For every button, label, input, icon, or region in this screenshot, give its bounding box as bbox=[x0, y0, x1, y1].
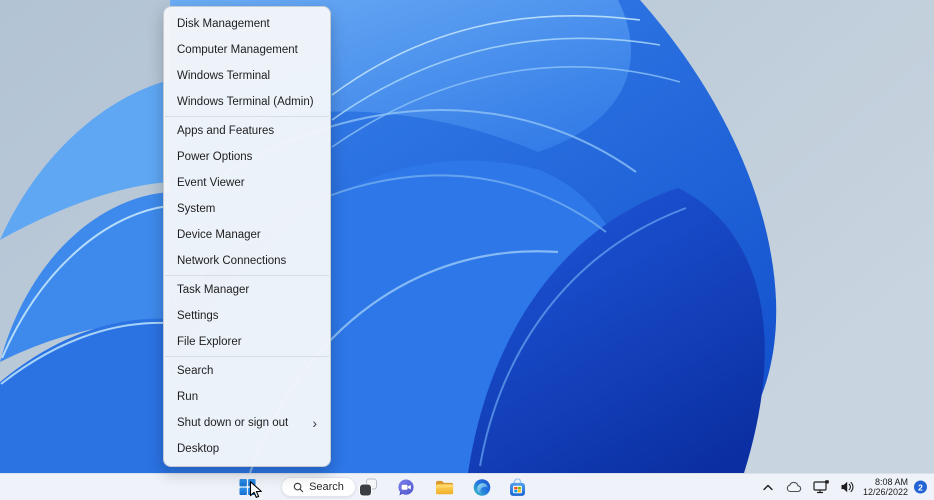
menu-item-label: Shut down or sign out bbox=[177, 417, 289, 429]
menu-item-run[interactable]: Run bbox=[164, 384, 330, 410]
task-view-button[interactable] bbox=[356, 474, 380, 500]
winx-context-menu: Disk Management Computer Management Wind… bbox=[163, 6, 331, 467]
menu-item-computer-management[interactable]: Computer Management bbox=[164, 37, 330, 63]
menu-item-desktop[interactable]: Desktop bbox=[164, 436, 330, 462]
onedrive-cloud-icon bbox=[786, 481, 802, 493]
menu-item-file-explorer[interactable]: File Explorer bbox=[164, 329, 330, 355]
microsoft-store-icon bbox=[509, 478, 525, 496]
menu-item-event-viewer[interactable]: Event Viewer bbox=[164, 170, 330, 196]
chat-icon bbox=[398, 479, 414, 495]
search-label: Search bbox=[309, 481, 344, 493]
notification-badge[interactable]: 2 bbox=[914, 480, 927, 494]
microsoft-store-button[interactable] bbox=[505, 474, 529, 500]
windows-logo-icon bbox=[239, 479, 255, 495]
menu-item-power-options[interactable]: Power Options bbox=[164, 144, 330, 170]
menu-separator bbox=[165, 116, 329, 117]
menu-item-search[interactable]: Search bbox=[164, 358, 330, 384]
volume-tray-button[interactable] bbox=[835, 474, 859, 500]
edge-button[interactable] bbox=[470, 474, 494, 500]
menu-separator bbox=[165, 275, 329, 276]
start-button[interactable] bbox=[234, 474, 260, 500]
menu-item-system[interactable]: System bbox=[164, 196, 330, 222]
taskbar-search[interactable]: Search bbox=[281, 477, 356, 497]
folder-icon bbox=[435, 480, 453, 494]
bloom-wallpaper-image bbox=[0, 0, 934, 473]
menu-item-device-manager[interactable]: Device Manager bbox=[164, 222, 330, 248]
chevron-up-icon bbox=[763, 484, 773, 490]
clock-time: 8:08 AM bbox=[874, 477, 908, 487]
menu-item-apps-and-features[interactable]: Apps and Features bbox=[164, 118, 330, 144]
speaker-icon bbox=[841, 481, 853, 493]
edge-icon bbox=[473, 478, 491, 496]
menu-item-shut-down-or-sign-out[interactable]: Shut down or sign out › bbox=[164, 410, 330, 436]
network-ethernet-icon bbox=[812, 480, 829, 494]
menu-item-settings[interactable]: Settings bbox=[164, 303, 330, 329]
hidden-icons-button[interactable] bbox=[758, 474, 778, 500]
submenu-chevron-icon: › bbox=[312, 415, 317, 431]
menu-separator bbox=[165, 356, 329, 357]
file-explorer-button[interactable] bbox=[432, 474, 456, 500]
desktop-wallpaper bbox=[0, 0, 934, 473]
menu-item-task-manager[interactable]: Task Manager bbox=[164, 277, 330, 303]
task-view-icon bbox=[359, 478, 377, 496]
menu-item-network-connections[interactable]: Network Connections bbox=[164, 248, 330, 274]
search-icon bbox=[293, 482, 304, 492]
taskbar: Search 8:08 AM 12/26/2022 2 bbox=[0, 473, 934, 500]
menu-item-disk-management[interactable]: Disk Management bbox=[164, 11, 330, 37]
onedrive-tray-button[interactable] bbox=[783, 474, 805, 500]
taskbar-clock[interactable]: 8:08 AM 12/26/2022 bbox=[863, 477, 908, 497]
chat-button[interactable] bbox=[394, 474, 418, 500]
clock-date: 12/26/2022 bbox=[862, 487, 908, 497]
menu-item-windows-terminal[interactable]: Windows Terminal bbox=[164, 63, 330, 89]
network-tray-button[interactable] bbox=[809, 474, 833, 500]
menu-item-windows-terminal-admin[interactable]: Windows Terminal (Admin) bbox=[164, 89, 330, 115]
